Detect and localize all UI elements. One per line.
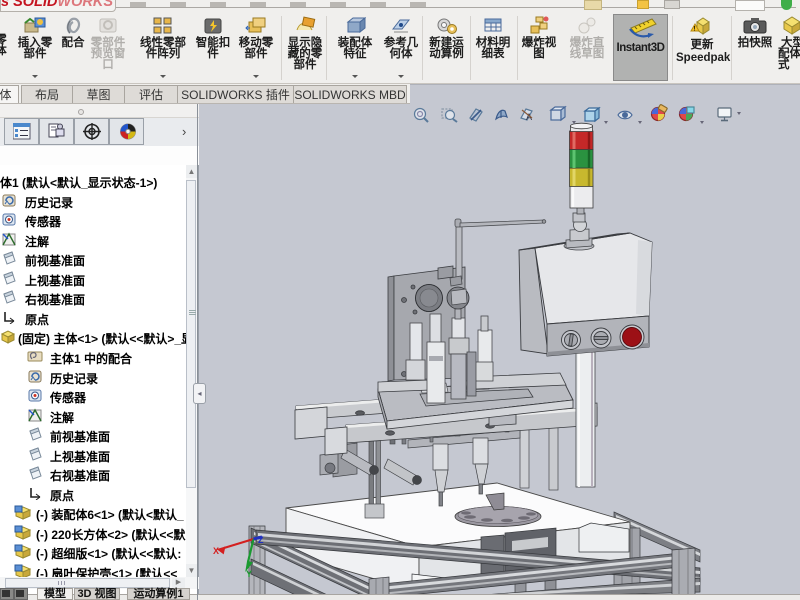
svg-text:Z: Z (258, 535, 264, 545)
svg-text:!: ! (694, 27, 696, 33)
svg-text:Y: Y (246, 569, 252, 579)
svg-text:X: X (213, 546, 219, 556)
